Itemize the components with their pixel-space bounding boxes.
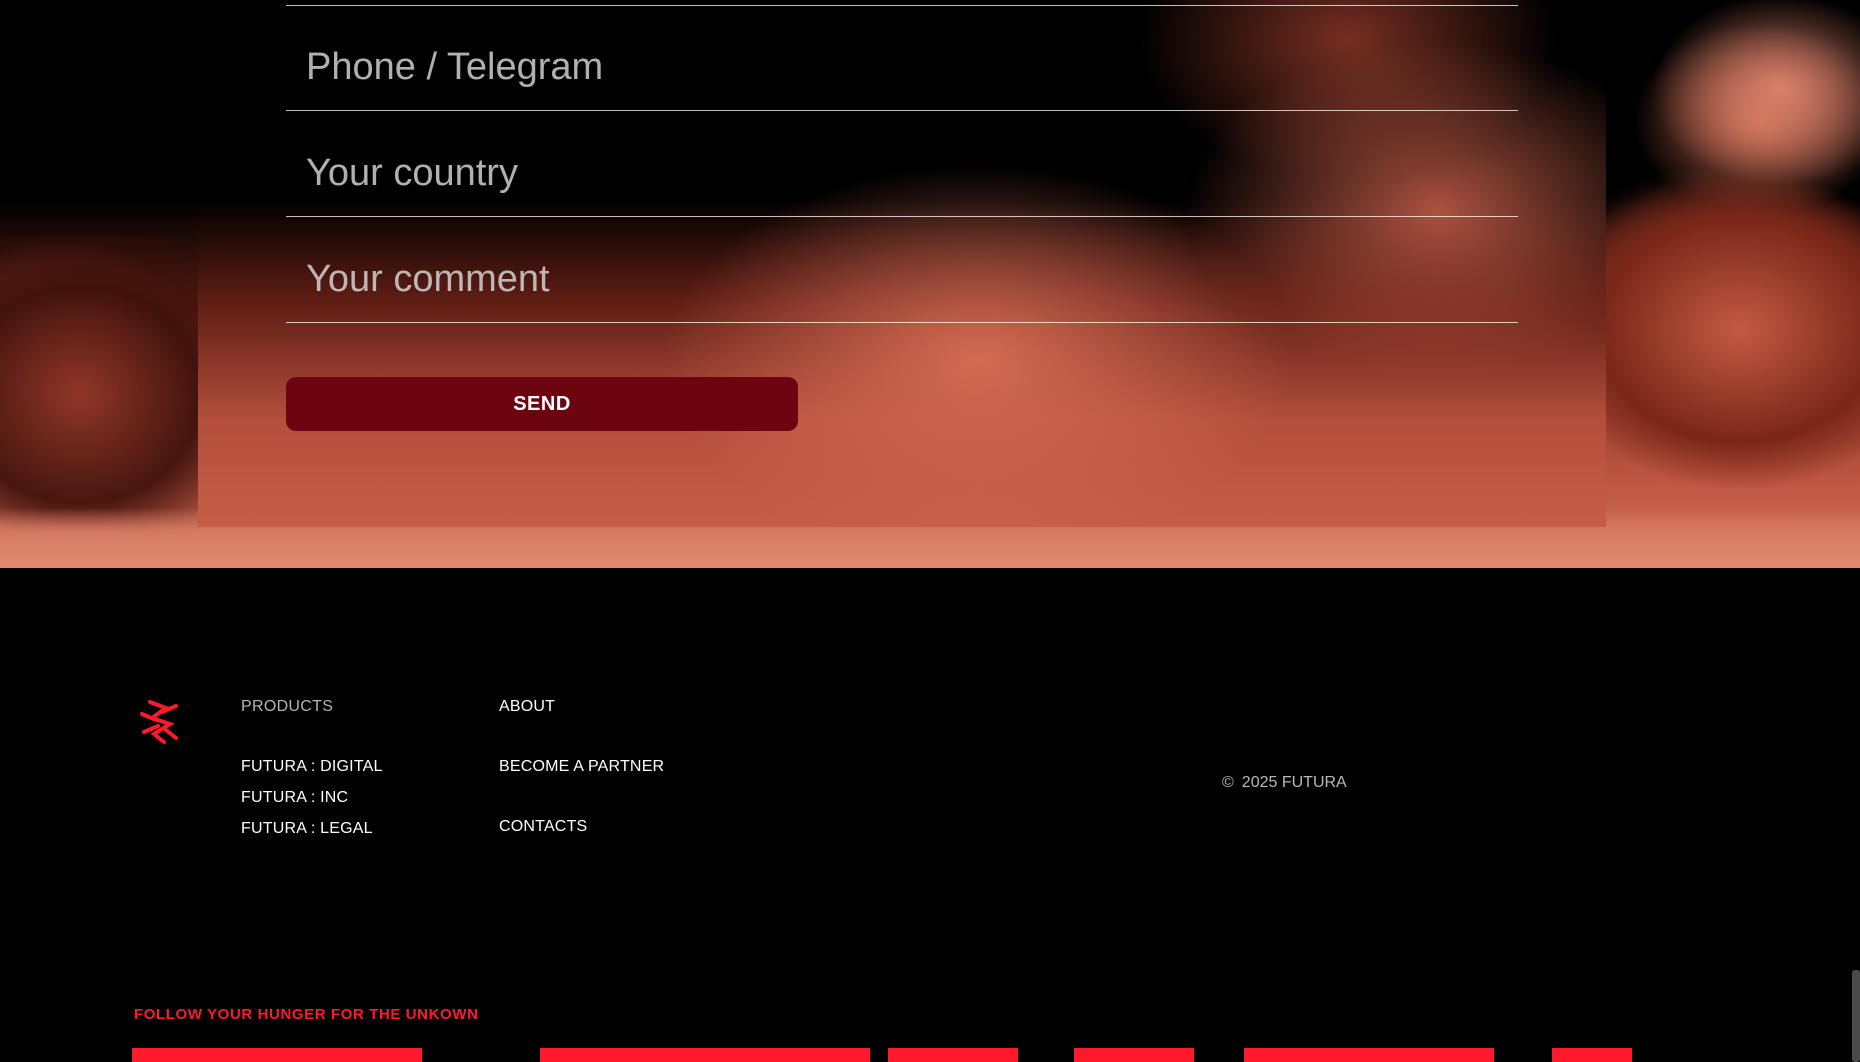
phone-telegram-input[interactable] <box>306 42 1496 92</box>
copyright-text: 2025 FUTURA <box>1241 774 1347 791</box>
footer-link-become-partner[interactable]: BECOME A PARTNER <box>499 758 664 776</box>
phone-field <box>286 6 1518 111</box>
products-heading: PRODUCTS <box>241 698 334 715</box>
country-input[interactable] <box>306 148 1496 198</box>
canyon-rock-right <box>1600 0 1860 560</box>
futura-logo-icon[interactable] <box>136 698 180 746</box>
futura-wordmark <box>132 1048 1632 1062</box>
send-button[interactable]: SEND <box>286 377 798 431</box>
page-scrollbar[interactable] <box>1852 970 1860 1062</box>
country-field <box>286 112 1518 217</box>
footer-link-futura-digital[interactable]: FUTURA : DIGITAL <box>241 758 383 776</box>
footer-link-about[interactable]: ABOUT <box>499 698 555 716</box>
footer-link-futura-legal[interactable]: FUTURA : LEGAL <box>241 820 373 838</box>
comment-field <box>286 218 1518 323</box>
contact-form-section: SEND <box>0 0 1860 568</box>
copyright: © 2025 FUTURA <box>1222 774 1347 792</box>
footer-link-contacts[interactable]: CONTACTS <box>499 818 587 836</box>
comment-input[interactable] <box>306 254 1496 304</box>
copyright-symbol: © <box>1222 774 1234 791</box>
canyon-rock-left <box>0 235 200 545</box>
footer-link-futura-inc[interactable]: FUTURA : INC <box>241 789 348 807</box>
tagline: FOLLOW YOUR HUNGER FOR THE UNKOWN <box>134 1006 479 1023</box>
